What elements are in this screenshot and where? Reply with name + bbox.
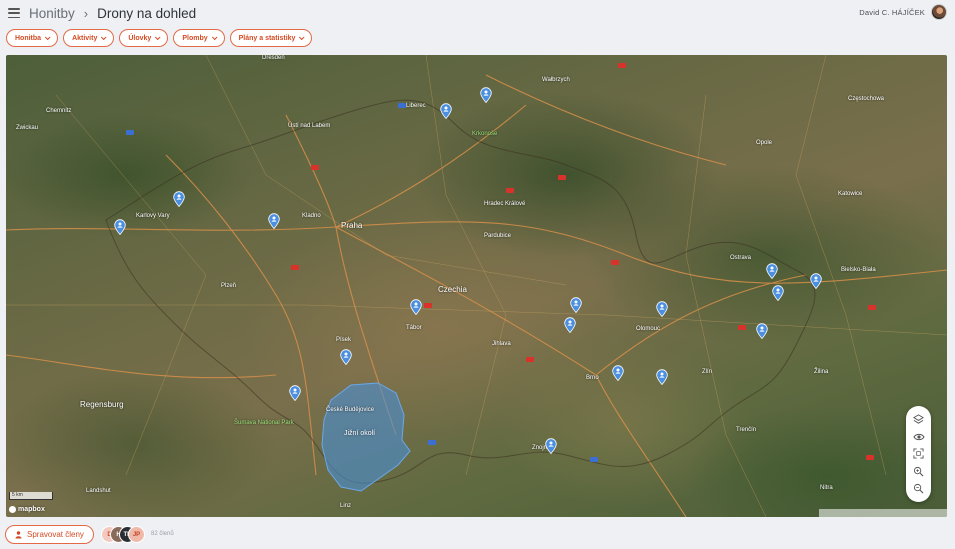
drone-marker-icon[interactable] bbox=[440, 103, 452, 119]
map-label-praha: Praha bbox=[341, 221, 363, 230]
avatar[interactable] bbox=[931, 4, 947, 20]
map-label-opole: Opole bbox=[756, 140, 773, 146]
map-label-katowice: Katowice bbox=[838, 191, 863, 197]
map-label-olomouc: Olomouc bbox=[636, 326, 661, 332]
drone-marker-icon[interactable] bbox=[570, 297, 582, 313]
map-label-brno: Brno bbox=[586, 375, 599, 381]
map-label-usti: Ústí nad Labem bbox=[288, 123, 331, 129]
map-label-ostrava: Ostrava bbox=[730, 255, 752, 261]
map-label-ceske-budejovice: České Budějovice bbox=[326, 407, 375, 413]
hamburger-menu-icon[interactable] bbox=[8, 8, 20, 18]
map-label-regensburg: Regensburg bbox=[80, 400, 124, 409]
map-label-walbrzych: Wałbrzych bbox=[542, 77, 570, 83]
filter-honitba-dropdown[interactable]: Honitba bbox=[6, 29, 59, 47]
map-attribution bbox=[819, 509, 947, 517]
user-menu[interactable]: David C. HÁJÍČEK bbox=[859, 4, 947, 20]
zoom-out-icon[interactable] bbox=[912, 481, 926, 495]
user-name: David C. HÁJÍČEK bbox=[859, 7, 925, 17]
filter-label: Plány a statistiky bbox=[238, 34, 296, 42]
filter-bar: Honitba Aktivity Úlovky Plomby Plány a s… bbox=[6, 29, 313, 47]
filter-plomby-dropdown[interactable]: Plomby bbox=[173, 29, 225, 47]
map-label-sumava: Šumava National Park bbox=[234, 420, 294, 426]
chevron-down-icon bbox=[299, 34, 305, 41]
drone-marker-icon[interactable] bbox=[656, 301, 668, 317]
breadcrumb-honitby[interactable]: Honitby bbox=[29, 6, 75, 21]
mapbox-logo-text: mapbox bbox=[18, 506, 45, 513]
drone-marker-icon[interactable] bbox=[612, 365, 624, 381]
map-label-bielsko: Bielsko-Biała bbox=[841, 267, 876, 273]
top-bar: Honitby › Drony na dohled David C. HÁJÍČ… bbox=[0, 0, 955, 26]
breadcrumb-chevron-icon: › bbox=[83, 5, 89, 21]
chevron-down-icon bbox=[101, 34, 107, 41]
drone-marker-icon[interactable] bbox=[114, 219, 126, 235]
filter-label: Honitba bbox=[15, 34, 42, 42]
drone-marker-icon[interactable] bbox=[480, 87, 492, 103]
map-label-chemnitz: Chemnitz bbox=[46, 108, 72, 114]
drone-marker-icon[interactable] bbox=[766, 263, 778, 279]
map-label-czechia: Czechia bbox=[438, 285, 467, 294]
map-label-liberec: Liberec bbox=[406, 103, 426, 109]
map-label-dresden: Dresden bbox=[262, 55, 285, 61]
drone-marker-icon[interactable] bbox=[340, 349, 352, 365]
zoom-in-icon[interactable] bbox=[912, 464, 926, 478]
drone-marker-icon[interactable] bbox=[772, 285, 784, 301]
filter-ulovky-dropdown[interactable]: Úlovky bbox=[119, 29, 169, 47]
map-label-karlovy: Karlovy Vary bbox=[136, 213, 170, 219]
mapbox-logo: mapbox bbox=[9, 506, 45, 513]
bottom-bar: Spravovat členy D H TH JP 82 členů bbox=[0, 520, 955, 549]
manage-members-label: Spravovat členy bbox=[27, 530, 84, 539]
map-label-nitra: Nitra bbox=[820, 485, 833, 491]
member-avatars[interactable]: D H TH JP bbox=[101, 526, 145, 543]
chevron-down-icon bbox=[155, 34, 161, 41]
member-avatar[interactable]: JP bbox=[128, 526, 145, 543]
person-icon bbox=[15, 530, 22, 538]
map-label-pardubice: Pardubice bbox=[484, 233, 512, 239]
map-label-trencin: Trenčín bbox=[736, 427, 757, 433]
map-label-jihlava: Jihlava bbox=[492, 341, 511, 347]
drone-marker-icon[interactable] bbox=[756, 323, 768, 339]
map-label-linz: Linz bbox=[340, 503, 352, 509]
map-canvas[interactable]: Dresden Chemnitz Zwickau Ústí nad Labem … bbox=[6, 55, 947, 517]
manage-members-button[interactable]: Spravovat členy bbox=[5, 525, 94, 544]
map-label-czestochowa: Częstochowa bbox=[848, 96, 885, 102]
drone-marker-icon[interactable] bbox=[564, 317, 576, 333]
map-label-krkonose: Krkonoše bbox=[472, 131, 498, 137]
map-label-zilina: Žilina bbox=[814, 369, 829, 375]
map-label-kladno: Kladno bbox=[302, 213, 321, 219]
chevron-down-icon bbox=[44, 34, 51, 41]
map-label-tabor: Tábor bbox=[406, 325, 422, 331]
map-controls bbox=[906, 406, 931, 502]
filter-label: Plomby bbox=[182, 34, 208, 42]
fullscreen-icon[interactable] bbox=[912, 447, 926, 461]
member-count: 82 členů bbox=[151, 531, 174, 537]
map-overlay bbox=[6, 55, 947, 517]
map-label-hradec: Hradec Králové bbox=[484, 201, 526, 207]
map-label-zwickau: Zwickau bbox=[16, 125, 39, 131]
map-label-pisek: Písek bbox=[336, 337, 352, 343]
layers-icon[interactable] bbox=[912, 413, 926, 427]
drone-marker-icon[interactable] bbox=[410, 299, 422, 315]
chevron-down-icon bbox=[211, 34, 218, 41]
eye-icon[interactable] bbox=[912, 430, 926, 444]
map-scale: 5 km bbox=[9, 492, 53, 500]
drone-marker-icon[interactable] bbox=[656, 369, 668, 385]
map-label-landshut: Landshut bbox=[86, 488, 111, 494]
drone-marker-icon[interactable] bbox=[268, 213, 280, 229]
filter-label: Aktivity bbox=[72, 34, 98, 42]
drone-marker-icon[interactable] bbox=[289, 385, 301, 401]
drone-marker-icon[interactable] bbox=[173, 191, 185, 207]
filter-aktivity-dropdown[interactable]: Aktivity bbox=[63, 29, 115, 47]
drone-marker-icon[interactable] bbox=[810, 273, 822, 289]
map-label-plzen: Plzeň bbox=[221, 283, 237, 289]
filter-label: Úlovky bbox=[128, 34, 152, 42]
page-title: Drony na dohled bbox=[97, 5, 197, 21]
mapbox-logo-icon bbox=[9, 506, 16, 513]
hunting-zone-label: Jižní okolí bbox=[344, 430, 376, 437]
filter-plany-dropdown[interactable]: Plány a statistiky bbox=[229, 29, 313, 47]
map-label-zlin: Zlín bbox=[702, 369, 713, 375]
drone-marker-icon[interactable] bbox=[545, 438, 557, 454]
